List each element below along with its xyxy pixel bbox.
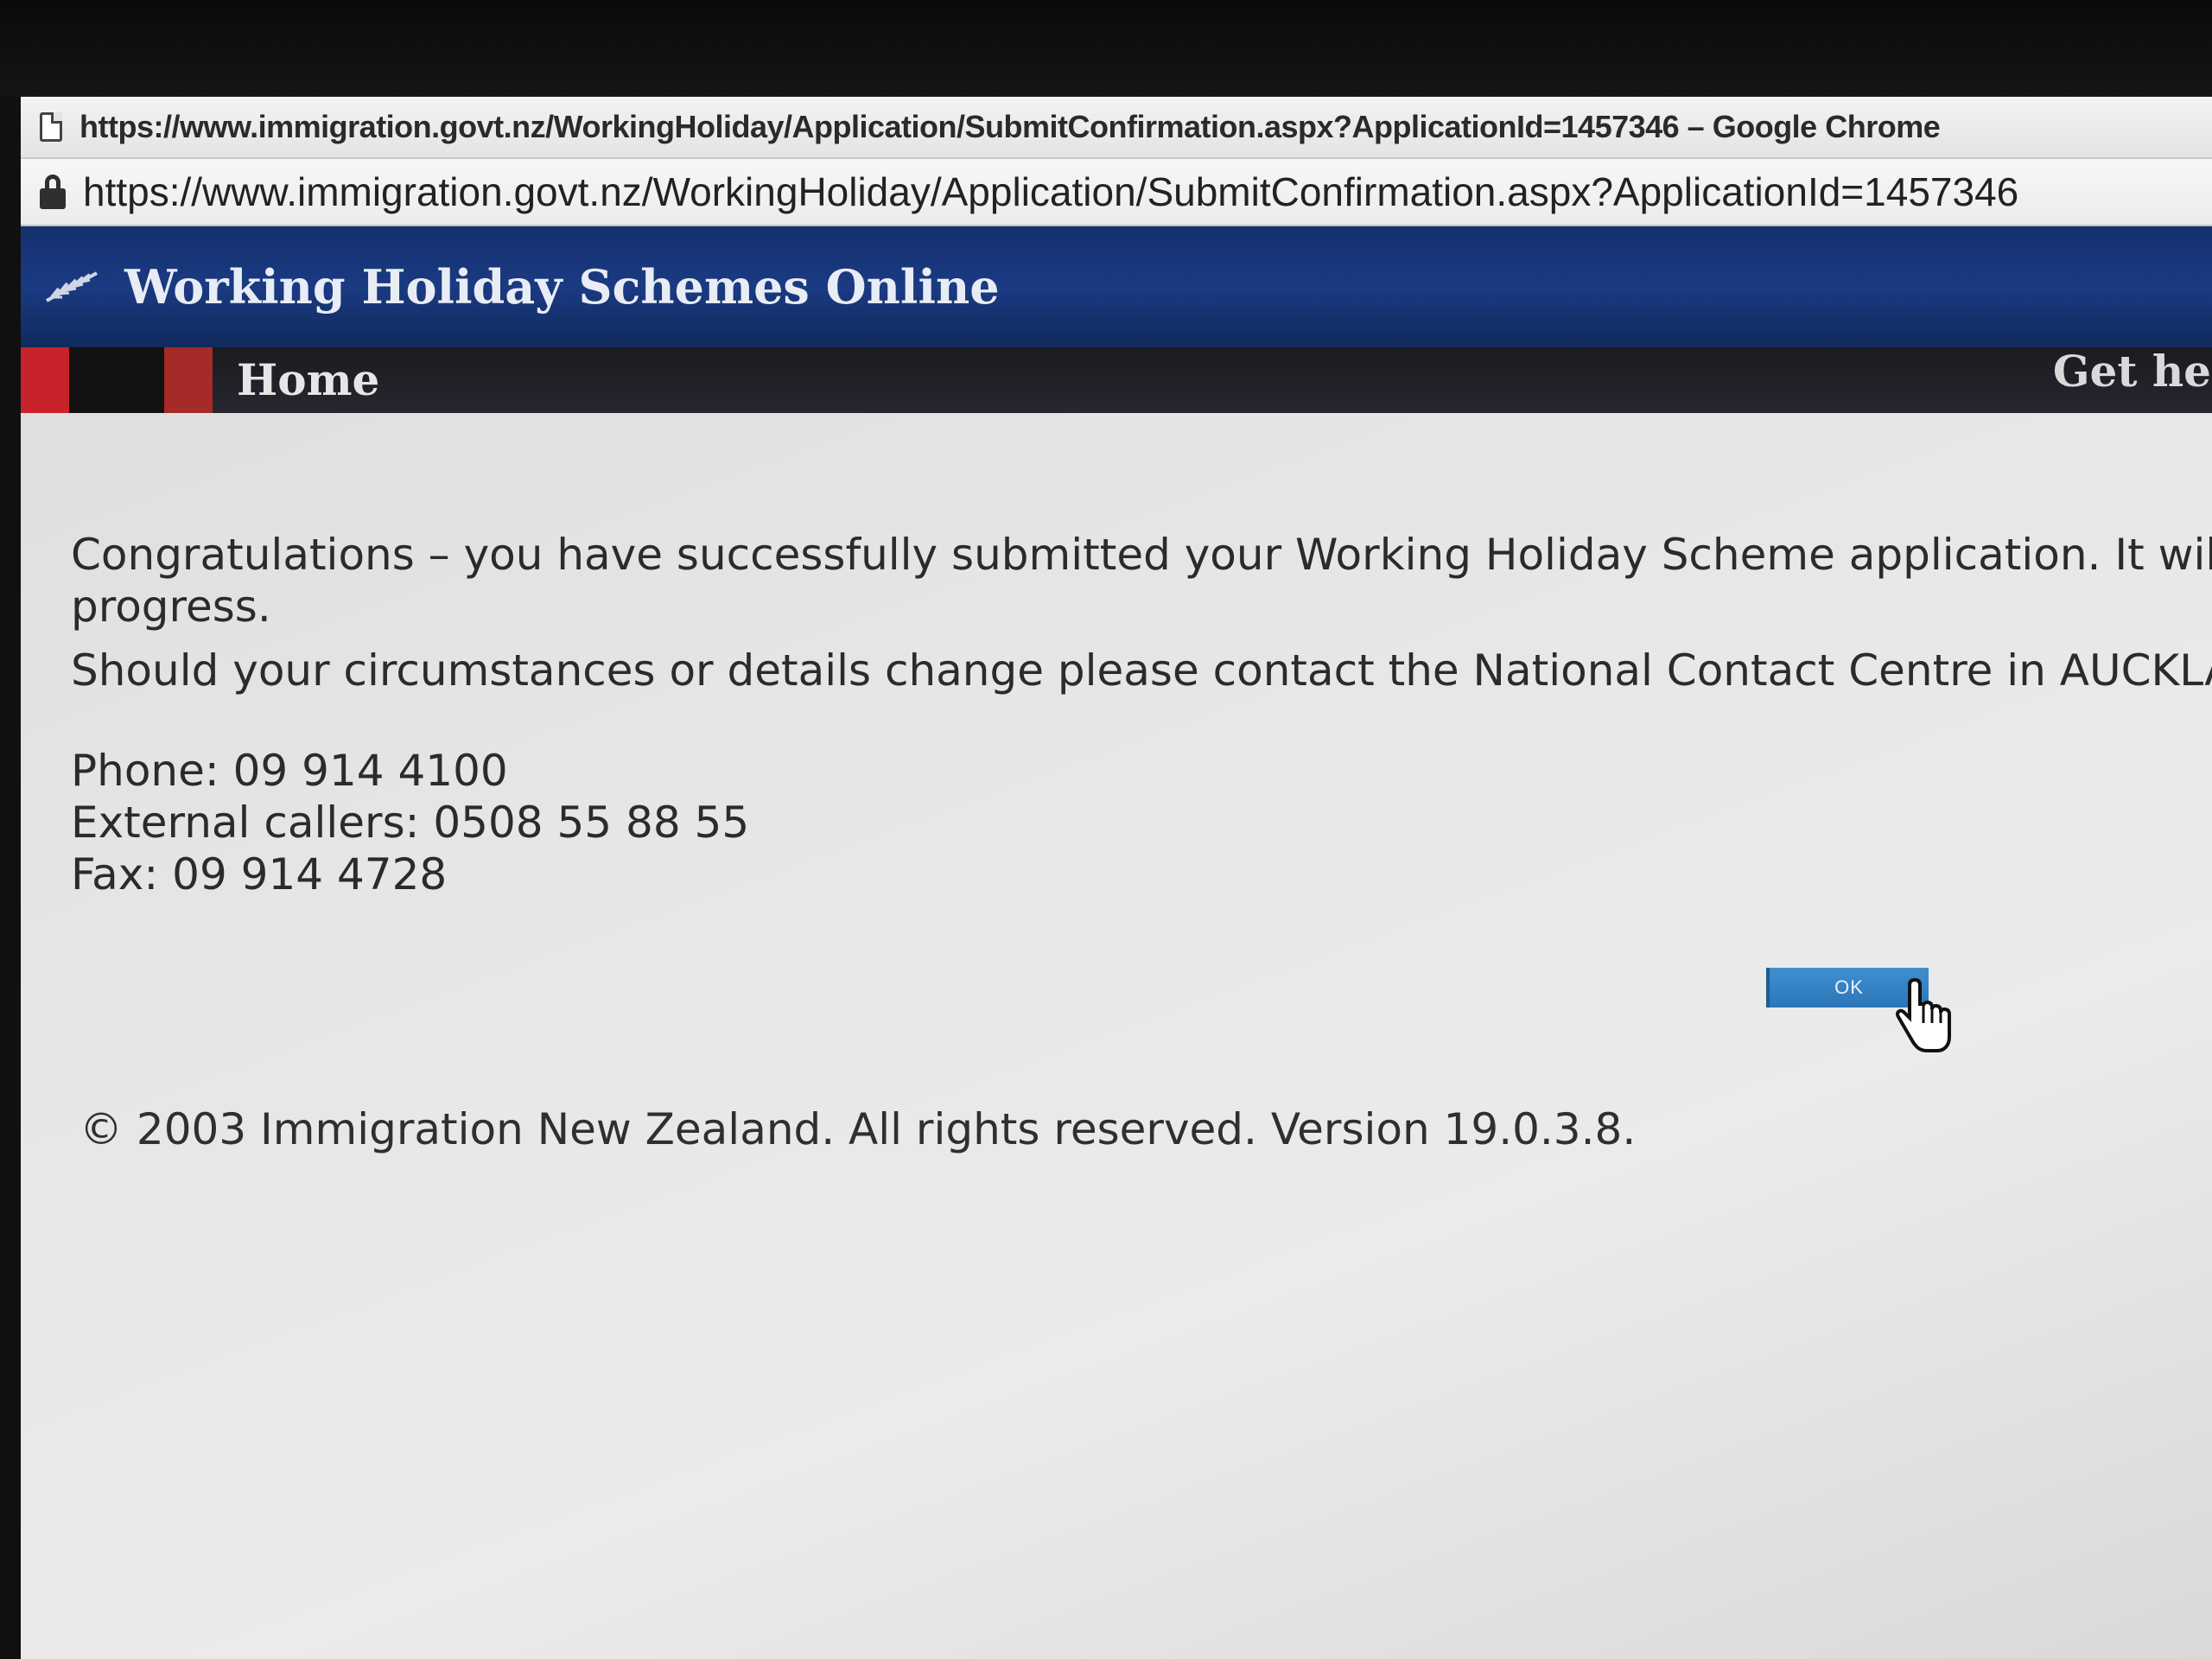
confirmation-message-continued: progress. <box>71 582 271 632</box>
hand-cursor-icon <box>1895 977 1951 1052</box>
copyright-symbol: © <box>79 1104 123 1154</box>
nav-bar: Home Get hel <box>21 346 2212 413</box>
phone-number: Phone: 09 914 4100 <box>71 746 508 796</box>
main-content: Congratulations – you have successfully … <box>71 529 2212 900</box>
url-field[interactable]: https://www.immigration.govt.nz/WorkingH… <box>83 168 2018 215</box>
site-header: Working Holiday Schemes Online <box>21 226 2212 347</box>
nav-get-help-link[interactable]: Get hel <box>2053 339 2212 404</box>
confirmation-message: Congratulations – you have successfully … <box>71 530 2212 580</box>
nav-accent-red-secondary <box>164 347 213 413</box>
address-bar[interactable]: https://www.immigration.govt.nz/WorkingH… <box>21 159 2212 226</box>
page-icon <box>40 112 62 142</box>
browser-screen: https://www.immigration.govt.nz/WorkingH… <box>21 97 2212 1659</box>
site-title: Working Holiday Schemes Online <box>124 259 1000 315</box>
contact-instructions: Should your circumstances or details cha… <box>71 645 2212 696</box>
fern-icon <box>46 271 98 302</box>
nav-home-link[interactable]: Home <box>237 347 379 413</box>
fax-number: Fax: 09 914 4728 <box>71 849 448 899</box>
monitor-bezel-left <box>0 97 21 1659</box>
nav-accent-dark <box>69 347 164 413</box>
window-titlebar[interactable]: https://www.immigration.govt.nz/WorkingH… <box>21 97 2212 159</box>
nav-accent-red <box>21 347 69 413</box>
window-title: https://www.immigration.govt.nz/WorkingH… <box>79 109 1941 144</box>
lock-icon <box>40 175 66 209</box>
monitor-bezel-top <box>0 0 2212 97</box>
footer-copyright: © 2003 Immigration New Zealand. All righ… <box>79 1104 1636 1154</box>
external-callers-number: External callers: 0508 55 88 55 <box>71 798 750 848</box>
copyright-text: 2003 Immigration New Zealand. All rights… <box>136 1104 1637 1154</box>
